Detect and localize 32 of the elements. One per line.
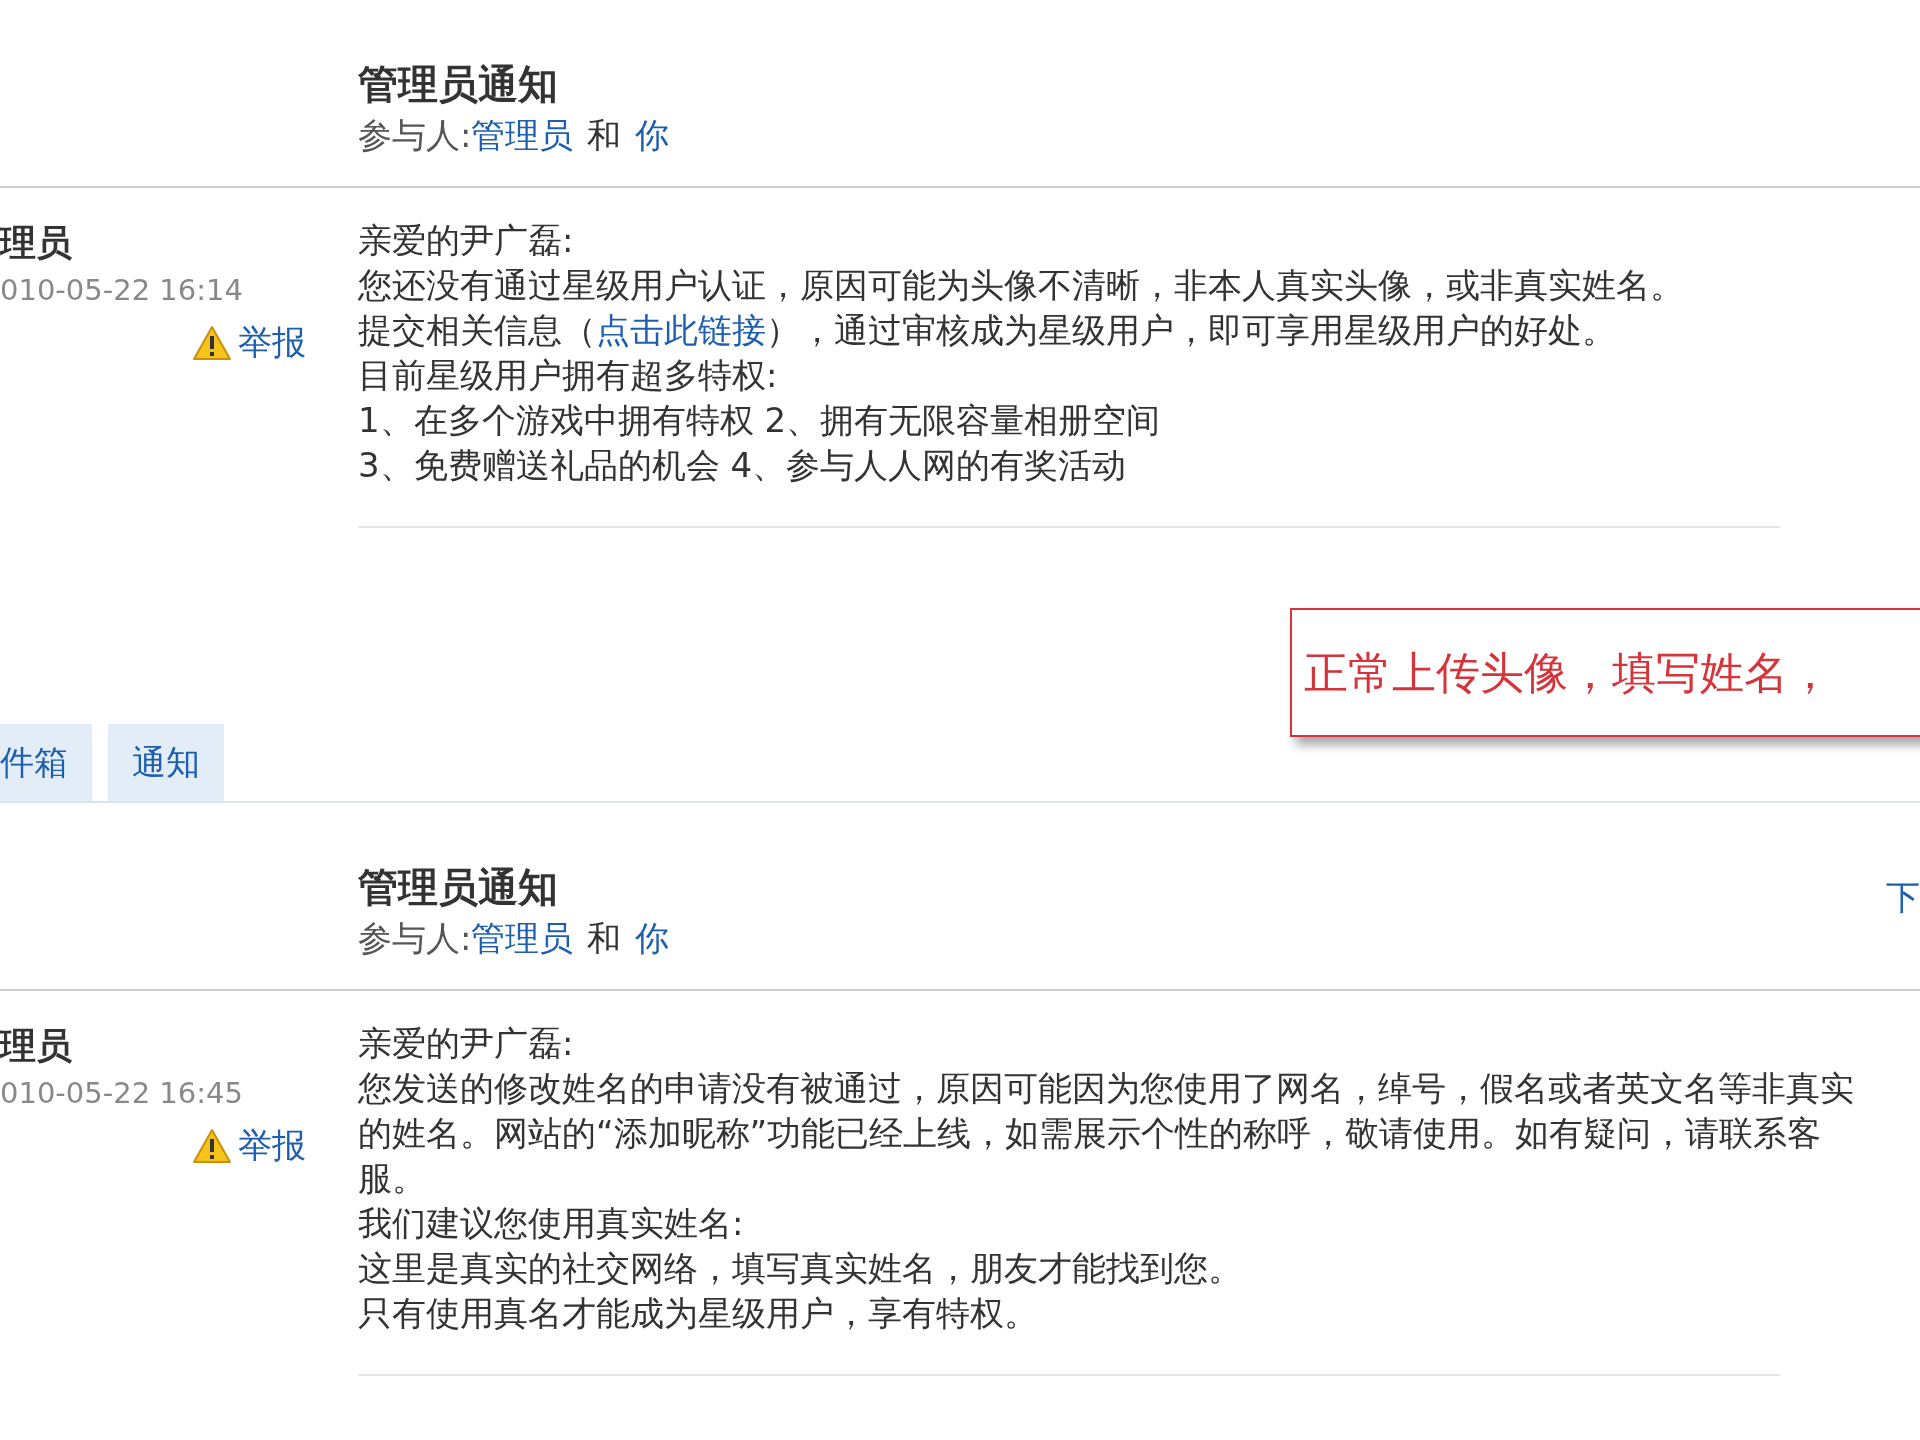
participant-link[interactable]: 你 <box>635 115 670 155</box>
tab[interactable]: 通知 <box>108 724 224 801</box>
message-line: 我们建议您使用真实姓名: <box>358 1202 745 1245</box>
report-link[interactable]: 举报 <box>238 1123 306 1169</box>
warning-icon <box>192 325 232 361</box>
message-line: 这里是真实的社交网络，填写真实姓名，朋友才能找到您。 <box>358 1247 1243 1290</box>
message-line: 目前星级用户拥有超多特权: <box>358 354 779 397</box>
notice-box: 正常上传头像，填写姓名， <box>1290 608 1920 737</box>
inline-link[interactable]: 点击此链接 <box>596 310 766 350</box>
message-line: 3、免费赠送礼品的机会 4、参与人人网的有奖活动 <box>358 444 1128 487</box>
tab[interactable]: 件箱 <box>0 724 92 801</box>
participants-conjunction: 和 <box>587 115 622 155</box>
participants-label: 参与人: <box>358 918 472 958</box>
participant-link[interactable]: 你 <box>635 918 670 958</box>
message-time: 010-05-22 16:45 <box>0 1075 244 1112</box>
report-link[interactable]: 举报 <box>238 320 306 366</box>
participants-label: 参与人: <box>358 115 472 155</box>
warning-icon <box>192 1128 232 1164</box>
participant-link[interactable]: 管理员 <box>471 918 574 958</box>
participant-link[interactable]: 管理员 <box>471 115 574 155</box>
participants-conjunction: 和 <box>587 918 622 958</box>
message-line: 提交相关信息（点击此链接），通过审核成为星级用户，即可享用星级用户的好处。 <box>358 309 1617 352</box>
message-line: 您发送的修改姓名的申请没有被通过，原因可能因为您使用了网名，绰号，假名或者英文名等非真实的姓名。网站的“添加昵称”功能已经上线，如需展示个性的称呼，敬请使用。如有疑问，请联系客服。 <box>358 1067 1855 1200</box>
message-line: 亲爱的尹广磊: <box>358 1022 575 1065</box>
message-title: 管理员通知 <box>358 863 559 912</box>
message-line: 只有使用真名才能成为星级用户，享有特权。 <box>358 1292 1039 1335</box>
next-link[interactable]: 下 <box>1886 875 1920 921</box>
message-title: 管理员通知 <box>358 60 559 109</box>
message-time: 010-05-22 16:14 <box>0 272 244 309</box>
message-line: 您还没有通过星级用户认证，原因可能为头像不清晰，非本人真实头像，或非真实姓名。 <box>358 264 1685 307</box>
message-line: 亲爱的尹广磊: <box>358 219 575 262</box>
message-line: 1、在多个游戏中拥有特权 2、拥有无限容量相册空间 <box>358 399 1162 442</box>
